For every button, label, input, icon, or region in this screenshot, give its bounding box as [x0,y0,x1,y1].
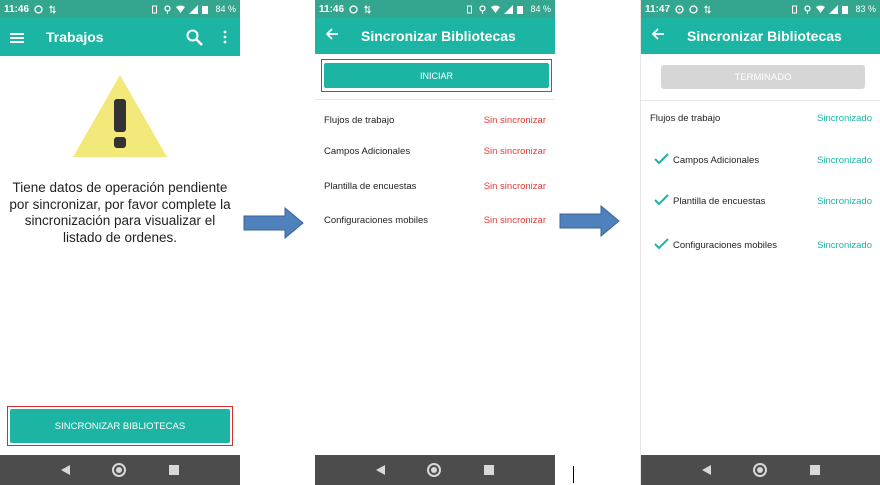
battery-icon [517,5,526,14]
check-icon [654,153,669,168]
data-transfer-icon [703,4,712,14]
flow-arrow-icon [559,204,621,243]
screen-trabajos: 11:46 84 % Trabajos Tiene datos de opera… [0,0,240,485]
list-item: Configuraciones mobiles Sin sincronizar [315,203,555,238]
nav-home-icon[interactable] [427,463,442,477]
battery-level: 84 % [530,4,551,14]
whatsapp-icon [675,4,684,14]
status-bar: 11:47 83 % [641,0,880,18]
sync-libraries-button[interactable]: SINCRONIZAR BIBLIOTECAS [10,409,230,443]
check-icon [654,193,669,209]
battery-level: 83 % [855,4,876,14]
status-time: 11:47 [645,3,671,15]
library-name: Configuraciones mobiles [673,239,778,251]
sync-status: Sincronizado [817,195,872,207]
library-item-content: Plantilla de encuestas [654,193,766,209]
battery-icon [842,5,851,14]
list-item: Plantilla de encuestas Sincronizado [641,179,880,223]
sync-status: Sincronizado [817,155,872,166]
wifi-icon [816,5,826,14]
page-title: Sincronizar Bibliotecas [687,28,842,44]
overflow-menu-icon[interactable] [223,30,227,49]
text-cursor [573,466,574,483]
library-list: Flujos de trabajo Sincronizado Campos Ad… [641,100,880,267]
data-transfer-icon [363,4,372,14]
battery-icon [202,5,211,14]
status-time: 11:46 [319,3,345,15]
wifi-icon [491,5,501,14]
list-item: Campos Adicionales Sincronizado [641,136,880,179]
app-bar: Sincronizar Bibliotecas [315,18,555,54]
nav-recents-icon[interactable] [809,465,820,475]
warning-icon [71,73,169,164]
notification-icon [349,4,358,14]
done-button: TERMINADO [661,65,865,89]
nav-back-icon[interactable] [702,465,712,475]
page-title: Sincronizar Bibliotecas [361,28,516,44]
library-name: Configuraciones mobiles [324,215,429,226]
sync-status: Sin sincronizar [483,180,546,192]
vibrate-icon [150,5,159,14]
nav-home-icon[interactable] [753,463,768,477]
nav-recents-icon[interactable] [168,465,179,475]
screen-sync-start: 11:46 84 % Sincronizar Bibliotecas INICI… [315,0,555,485]
battery-level: 84 % [215,4,236,14]
vibrate-icon [790,5,799,14]
search-icon[interactable] [186,29,203,51]
wifi-icon [176,5,186,14]
library-list: Flujos de trabajo Sin sincronizar Campos… [315,99,555,238]
notification-icon [34,4,43,14]
start-button[interactable]: INICIAR [324,63,549,88]
library-name: Plantilla de encuestas [324,180,417,192]
status-bar: 11:46 84 % [0,0,240,18]
location-icon [163,4,172,14]
list-item: Flujos de trabajo Sincronizado [641,101,880,136]
list-item: Plantilla de encuestas Sin sincronizar [315,169,555,203]
nav-back-icon[interactable] [376,465,386,475]
app-bar: Sincronizar Bibliotecas [641,18,880,54]
flow-arrow-icon [243,206,305,245]
sync-status: Sincronizado [817,113,872,124]
system-nav-bar [0,455,240,485]
page-title: Trabajos [46,29,104,45]
pending-sync-message: Tiene datos de operación pendiente por s… [9,180,231,245]
library-item-content: Campos Adicionales [654,153,759,168]
library-name: Flujos de trabajo [324,114,395,126]
sync-status: Sin sincronizar [483,215,546,226]
status-bar: 11:46 84 % [315,0,555,18]
sync-status: Sin sincronizar [483,114,546,126]
library-name: Flujos de trabajo [650,113,721,124]
list-item: Campos Adicionales Sin sincronizar [315,134,555,169]
notification-icon [689,4,698,14]
system-nav-bar [315,455,555,485]
menu-icon[interactable] [10,31,24,43]
signal-icon [504,4,514,14]
back-arrow-icon[interactable] [325,27,339,45]
check-icon [654,237,669,253]
library-name: Plantilla de encuestas [673,195,766,207]
library-name: Campos Adicionales [673,155,760,166]
screen-sync-done: 11:47 83 % Sincronizar Bibliotecas TERMI… [640,0,880,485]
status-time: 11:46 [4,3,30,15]
app-bar: Trabajos [0,18,240,56]
sync-status: Sincronizado [817,239,872,251]
nav-home-icon[interactable] [112,463,127,477]
location-icon [478,4,487,14]
library-name: Campos Adicionales [324,146,411,157]
data-transfer-icon [48,4,57,14]
sync-status: Sin sincronizar [483,146,546,157]
signal-icon [189,4,199,14]
list-item: Configuraciones mobiles Sincronizado [641,223,880,267]
back-arrow-icon[interactable] [651,27,665,45]
library-item-content: Configuraciones mobiles [654,237,778,253]
list-item: Flujos de trabajo Sin sincronizar [315,100,555,134]
vibrate-icon [465,5,474,14]
system-nav-bar [641,455,880,485]
location-icon [803,4,812,14]
nav-recents-icon[interactable] [483,465,494,475]
signal-icon [829,4,839,14]
nav-back-icon[interactable] [61,465,71,475]
